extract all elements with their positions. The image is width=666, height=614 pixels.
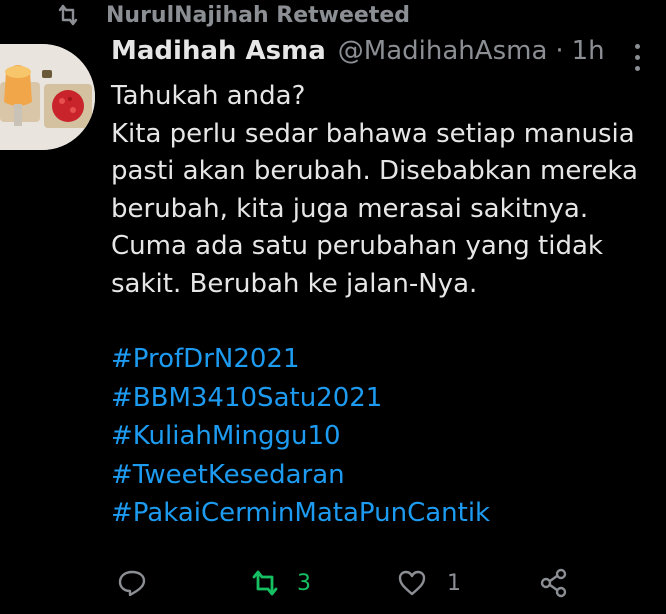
reply-icon — [118, 570, 146, 597]
tweet-text: Tahukah anda? Kita perlu sedar bahawa se… — [111, 78, 646, 303]
hashtag-link[interactable]: #TweetKesedaran — [111, 456, 646, 495]
hashtag-link[interactable]: #ProfDrN2021 — [111, 340, 646, 379]
hashtag-link[interactable]: #PakaiCerminMataPunCantik — [111, 494, 646, 533]
tweet-text-line: Kita perlu sedar bahawa setiap manusia — [111, 118, 635, 149]
retweet-context[interactable]: NurulNajihah Retweeted — [56, 0, 410, 30]
retweet-icon — [58, 4, 78, 26]
hashtag-list: #ProfDrN2021 #BBM3410Satu2021 #KuliahMin… — [111, 340, 646, 533]
tweet-text-line: berubah, kita juga merasai sakitnya. — [111, 193, 589, 224]
tweet-actions: 3 1 — [111, 563, 581, 603]
retweet-count: 3 — [297, 570, 311, 596]
retweet-button[interactable]: 3 — [249, 563, 311, 603]
retweet-icon — [252, 570, 278, 596]
tweet[interactable]: Madihah Asma @MadihahAsma · 1h Tahukah a… — [111, 36, 646, 533]
hashtag-link[interactable]: #BBM3410Satu2021 — [111, 379, 646, 418]
share-button[interactable] — [539, 563, 569, 603]
tweet-text-line: pasti akan berubah. Disebabkan mereka — [111, 156, 638, 186]
timestamp[interactable]: 1h — [572, 36, 605, 66]
share-icon — [540, 568, 567, 598]
more-vertical-icon[interactable] — [632, 44, 642, 74]
tweet-text-line: Cuma ada satu perubahan yang tidak — [111, 231, 603, 261]
like-count: 1 — [447, 570, 461, 596]
avatar-image — [0, 44, 95, 150]
author-name[interactable]: Madihah Asma — [111, 36, 326, 66]
hashtag-link[interactable]: #KuliahMinggu10 — [111, 417, 646, 456]
separator: · — [555, 36, 564, 66]
tweet-header: Madihah Asma @MadihahAsma · 1h — [111, 36, 646, 78]
avatar[interactable] — [0, 44, 95, 150]
author-handle[interactable]: @MadihahAsma — [338, 36, 548, 66]
heart-icon — [398, 570, 426, 596]
like-button[interactable]: 1 — [397, 563, 461, 603]
retweeted-by-label[interactable]: NurulNajihah Retweeted — [106, 3, 410, 28]
reply-button[interactable] — [117, 563, 163, 603]
tweet-text-line: Tahukah anda? — [111, 81, 306, 111]
tweet-text-line: sakit. Berubah ke jalan-Nya. — [111, 268, 478, 299]
